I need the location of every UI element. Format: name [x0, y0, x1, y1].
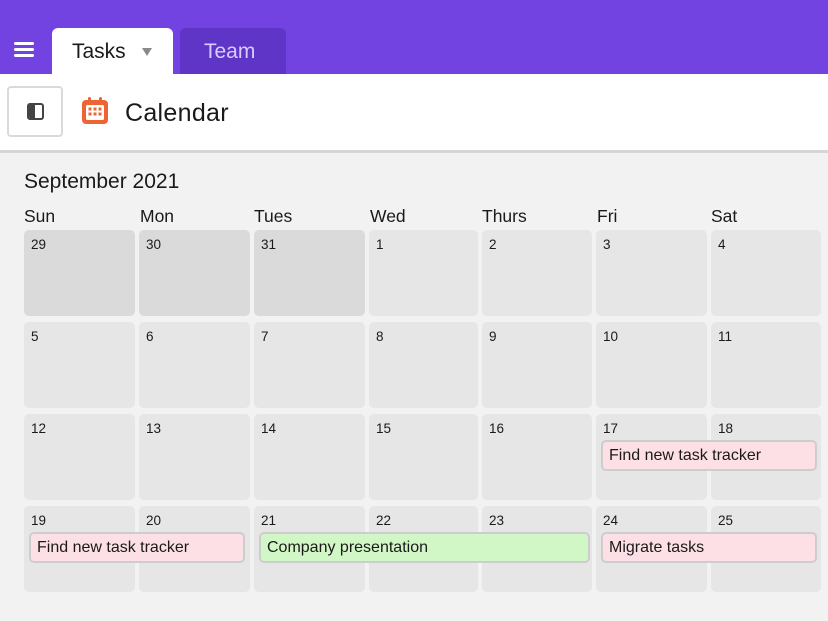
calendar-day[interactable]: 12	[24, 414, 135, 500]
calendar-day[interactable]: 13	[139, 414, 250, 500]
calendar-icon	[82, 97, 108, 124]
calendar-event[interactable]: Find new task tracker	[601, 440, 817, 471]
day-number: 2	[489, 237, 497, 252]
calendar-day[interactable]: 6	[139, 322, 250, 408]
day-number: 1	[376, 237, 384, 252]
day-number: 5	[31, 329, 39, 344]
sidebar-toggle-icon	[27, 103, 44, 120]
day-number: 31	[261, 237, 277, 252]
day-number: 23	[489, 513, 505, 528]
day-number: 30	[146, 237, 162, 252]
weekday-header: Fri	[597, 206, 618, 226]
calendar-day[interactable]: 10	[596, 322, 707, 408]
calendar-day[interactable]: 16	[482, 414, 592, 500]
page-title: Calendar	[125, 99, 229, 127]
month-title: September 2021	[24, 170, 180, 193]
calendar-day[interactable]: 2	[482, 230, 592, 316]
weekday-header: Mon	[140, 206, 175, 226]
calendar-day[interactable]: 3	[596, 230, 707, 316]
calendar-day[interactable]: 15	[369, 414, 478, 500]
weekday-header: Wed	[370, 206, 406, 226]
day-number: 11	[718, 329, 733, 344]
calendar-day[interactable]: 9	[482, 322, 592, 408]
calendar-event[interactable]: Find new task tracker	[29, 532, 245, 563]
day-number: 16	[489, 421, 505, 436]
calendar-day[interactable]: 1	[369, 230, 478, 316]
calendar-day[interactable]: 30	[139, 230, 250, 316]
sidebar-toggle-button[interactable]	[7, 86, 63, 137]
day-number: 13	[146, 421, 162, 436]
weekday-header: Thurs	[482, 206, 527, 226]
page-header: Calendar	[0, 74, 828, 153]
day-number: 19	[31, 513, 47, 528]
day-number: 14	[261, 421, 277, 436]
calendar-event[interactable]: Company presentation	[259, 532, 590, 563]
day-number: 22	[376, 513, 392, 528]
calendar-day[interactable]: 11	[711, 322, 821, 408]
chevron-down-icon[interactable]	[142, 48, 152, 56]
calendar-day[interactable]: 8	[369, 322, 478, 408]
day-number: 29	[31, 237, 47, 252]
day-number: 25	[718, 513, 734, 528]
tab-tasks[interactable]: Tasks	[52, 28, 173, 74]
day-number: 21	[261, 513, 277, 528]
calendar-day[interactable]: 29	[24, 230, 135, 316]
day-number: 10	[603, 329, 619, 344]
day-number: 24	[603, 513, 619, 528]
tab-label: Tasks	[72, 40, 126, 63]
calendar-day[interactable]: 5	[24, 322, 135, 408]
tab-team[interactable]: Team	[180, 28, 286, 74]
day-number: 7	[261, 329, 269, 344]
weekday-header: Sun	[24, 206, 56, 226]
day-number: 17	[603, 421, 619, 436]
day-number: 6	[146, 329, 154, 344]
weekday-header: Tues	[254, 206, 293, 226]
day-number: 4	[718, 237, 726, 252]
day-number: 12	[31, 421, 47, 436]
weekday-header: Sat	[711, 206, 738, 226]
calendar-day[interactable]: 4	[711, 230, 821, 316]
calendar-day[interactable]: 14	[254, 414, 365, 500]
day-number: 18	[718, 421, 734, 436]
calendar-event[interactable]: Migrate tasks	[601, 532, 817, 563]
menu-icon[interactable]	[14, 42, 36, 60]
day-number: 9	[489, 329, 497, 344]
day-number: 15	[376, 421, 392, 436]
day-number: 8	[376, 329, 384, 344]
calendar-day[interactable]: 7	[254, 322, 365, 408]
tab-label: Team	[204, 40, 256, 63]
day-number: 20	[146, 513, 162, 528]
calendar-day[interactable]: 31	[254, 230, 365, 316]
day-number: 3	[603, 237, 611, 252]
top-bar: Tasks Team	[0, 0, 828, 74]
